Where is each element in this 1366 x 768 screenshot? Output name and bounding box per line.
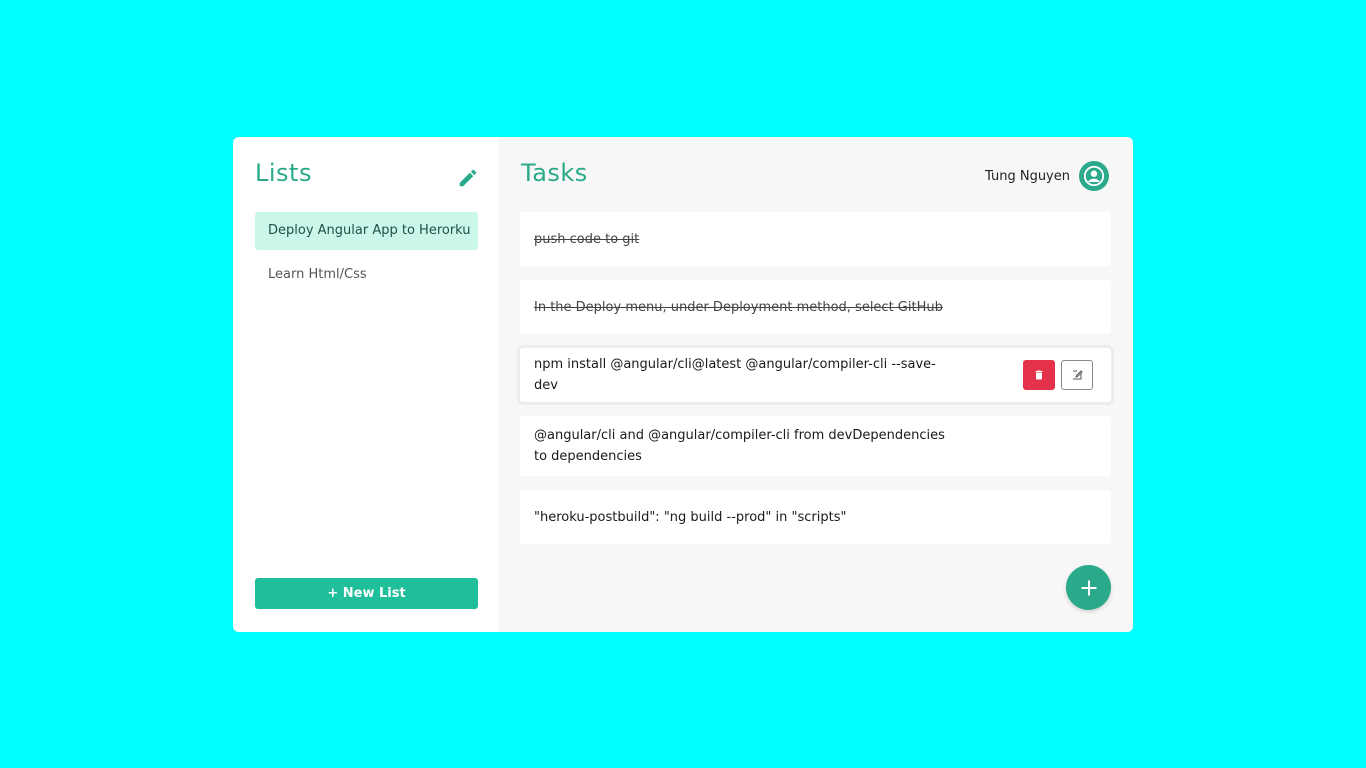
app-window: Lists Deploy Angular App to Herorku Lear… <box>233 137 1133 632</box>
task-actions <box>1023 360 1093 390</box>
lists-sidebar: Lists Deploy Angular App to Herorku Lear… <box>233 137 499 632</box>
list-item-label: Learn Html/Css <box>268 267 367 282</box>
user-menu: Tung Nguyen <box>985 161 1109 191</box>
edit-task-button[interactable] <box>1061 360 1093 390</box>
tasks-title: Tasks <box>521 159 588 187</box>
user-name: Tung Nguyen <box>985 168 1070 184</box>
task-text: @angular/cli and @angular/compiler-cli f… <box>534 428 945 464</box>
lists-title: Lists <box>255 159 312 187</box>
new-list-button[interactable]: + New List <box>255 578 478 609</box>
tasks-panel: Tasks Tung Nguyen push code to git In th… <box>499 137 1133 632</box>
plus-icon <box>1080 579 1097 596</box>
task-text: In the Deploy menu, under Deployment met… <box>534 299 943 315</box>
task-item[interactable]: @angular/cli and @angular/compiler-cli f… <box>520 416 1111 476</box>
task-text: "heroku-postbuild": "ng build --prod" in… <box>534 509 847 525</box>
user-icon[interactable] <box>1079 161 1109 191</box>
lists: Deploy Angular App to Herorku Learn Html… <box>255 212 478 300</box>
list-item-deploy-angular[interactable]: Deploy Angular App to Herorku <box>255 212 478 250</box>
pencil-icon[interactable] <box>457 167 479 189</box>
task-item[interactable]: "heroku-postbuild": "ng build --prod" in… <box>520 490 1111 544</box>
delete-task-button[interactable] <box>1023 360 1055 390</box>
add-task-button[interactable] <box>1066 565 1111 610</box>
edit-icon <box>1073 370 1083 380</box>
task-text: npm install @angular/cli@latest @angular… <box>534 357 936 393</box>
task-item[interactable]: push code to git <box>520 212 1111 266</box>
task-list: push code to git In the Deploy menu, und… <box>520 212 1111 558</box>
trash-icon <box>1035 370 1043 380</box>
list-item-learn-html[interactable]: Learn Html/Css <box>255 256 478 294</box>
list-item-label: Deploy Angular App to Herorku <box>268 223 471 238</box>
task-item[interactable]: In the Deploy menu, under Deployment met… <box>520 280 1111 334</box>
task-text: push code to git <box>534 231 640 247</box>
task-item[interactable]: npm install @angular/cli@latest @angular… <box>520 348 1111 402</box>
